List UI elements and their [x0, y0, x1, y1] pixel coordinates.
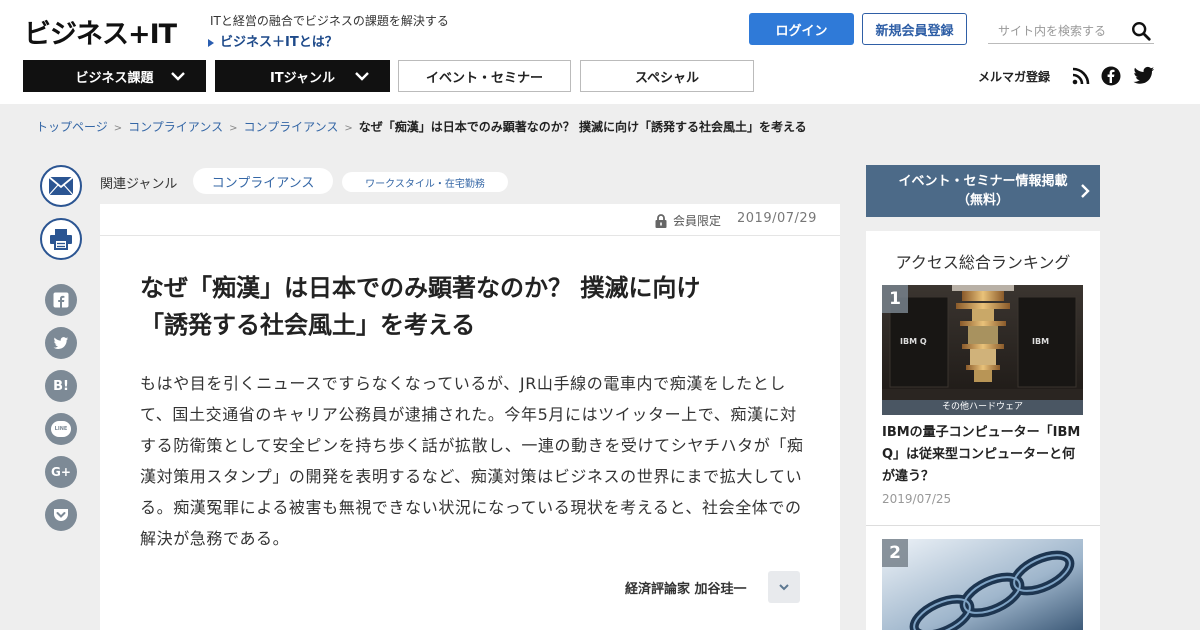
rank-number: 2 [882, 539, 908, 567]
rss-icon[interactable] [1071, 66, 1091, 86]
event-listing-banner[interactable]: イベント・セミナー情報掲載 （無料） [866, 165, 1100, 217]
quantum-computer-photo [882, 285, 1083, 415]
print-button[interactable] [40, 218, 82, 260]
breadcrumb-compliance[interactable]: コンプライアンス [128, 120, 223, 134]
nav-business-issues[interactable]: ビジネス課題 [23, 60, 206, 92]
nav-special[interactable]: スペシャル [580, 60, 754, 92]
about-link[interactable]: ビジネス＋ITとは？ [208, 31, 338, 50]
members-only-badge: 会員限定 [655, 212, 721, 229]
lock-icon [655, 213, 667, 228]
article-meta-bar: 会員限定 2019/07/29 [100, 204, 840, 236]
divider [866, 525, 1100, 526]
share-hatena-button[interactable]: B! [45, 370, 77, 402]
newsletter-link[interactable]: メルマガ登録 [978, 68, 1050, 85]
article-date: 2019/07/29 [737, 211, 817, 226]
site-header: ビジネス+IT ITと経営の融合でビジネスの課題を解決する ビジネス＋ITとは？… [0, 0, 1200, 104]
nav-it-genre[interactable]: ITジャンル [215, 60, 390, 92]
article-card: 会員限定 2019/07/29 なぜ「痴漢」は日本でのみ顕著なのか？ 撲滅に向け… [100, 204, 840, 630]
share-facebook-button[interactable] [45, 284, 77, 316]
nav-events[interactable]: イベント・セミナー [398, 60, 571, 92]
printer-icon [50, 229, 72, 250]
author-expand-button[interactable] [768, 571, 800, 603]
ranking-item-1-image[interactable]: IBM Q IBM 1 その他ハードウェア [882, 285, 1083, 415]
breadcrumb: トップページ > コンプライアンス > コンプライアンス > なぜ「痴漢」は日本でのみ顕著な… [36, 118, 807, 135]
search-input[interactable] [988, 18, 1118, 43]
envelope-icon [48, 176, 74, 196]
rank-category: その他ハードウェア [882, 400, 1083, 415]
rank-number: 1 [882, 285, 908, 313]
article-author: 経済評論家 加谷珪一 [625, 582, 747, 597]
ibm-label: IBM [1032, 337, 1050, 346]
breadcrumb-separator: > [344, 123, 353, 134]
genre-tag-workstyle[interactable]: ワークスタイル・在宅勤務 [342, 172, 508, 192]
ranking-title: アクセス総合ランキング [895, 253, 1071, 272]
facebook-icon [53, 292, 69, 308]
share-email-button[interactable] [40, 165, 82, 207]
site-logo[interactable]: ビジネス+IT [24, 12, 177, 51]
chevron-down-icon [779, 584, 789, 591]
breadcrumb-separator: > [113, 123, 123, 134]
chevron-down-icon [355, 72, 369, 81]
genre-tag-compliance[interactable]: コンプライアンス [193, 168, 333, 194]
site-tagline: ITと経営の融合でビジネスの課題を解決する [210, 14, 449, 28]
login-button[interactable]: ログイン [749, 13, 854, 45]
search-icon[interactable] [1130, 20, 1152, 42]
ranking-item-2-image[interactable]: 2 [882, 539, 1083, 630]
ranking-item-1-date: 2019/07/25 [882, 492, 952, 506]
article-lead: もはや目を引くニュースですらなくなっているが、JR山手線の電車内で痴漢をしたとし… [140, 374, 804, 548]
breadcrumb-home[interactable]: トップページ [36, 120, 108, 134]
ranking-item-1-title[interactable]: IBMの量子コンピューター「IBM Q」は従来型コンピューターと何が違う？ [882, 422, 1087, 488]
pocket-icon [54, 508, 68, 521]
facebook-icon[interactable] [1101, 66, 1121, 86]
twitter-icon [53, 336, 69, 349]
share-line-button[interactable]: LINE [45, 413, 77, 445]
triangle-right-icon [208, 38, 214, 47]
chevron-right-icon [1081, 184, 1090, 198]
twitter-icon[interactable] [1133, 66, 1155, 86]
chevron-down-icon [171, 72, 185, 81]
ibm-q-label: IBM Q [900, 337, 927, 346]
share-googleplus-button[interactable]: G+ [45, 456, 77, 488]
register-button[interactable]: 新規会員登録 [862, 13, 967, 45]
breadcrumb-separator: > [229, 123, 238, 134]
chain-photo [882, 539, 1083, 630]
share-pocket-button[interactable] [45, 499, 77, 531]
search-box [988, 18, 1154, 44]
breadcrumb-current: なぜ「痴漢」は日本でのみ顕著なのか？ 撲滅に向け「誘発する社会風土」を考える [358, 120, 807, 134]
line-icon: LINE [51, 421, 71, 437]
access-ranking-panel: アクセス総合ランキング IBM Q IBM 1 その他ハードウェア IBMの量子… [866, 231, 1100, 630]
related-genre-label: 関連ジャンル [100, 177, 178, 192]
breadcrumb-compliance-sub[interactable]: コンプライアンス [243, 120, 338, 134]
article-title: なぜ「痴漢」は日本でのみ顕著なのか？ 撲滅に向け 「誘発する社会風土」を考える [140, 274, 701, 339]
share-twitter-button[interactable] [45, 327, 77, 359]
